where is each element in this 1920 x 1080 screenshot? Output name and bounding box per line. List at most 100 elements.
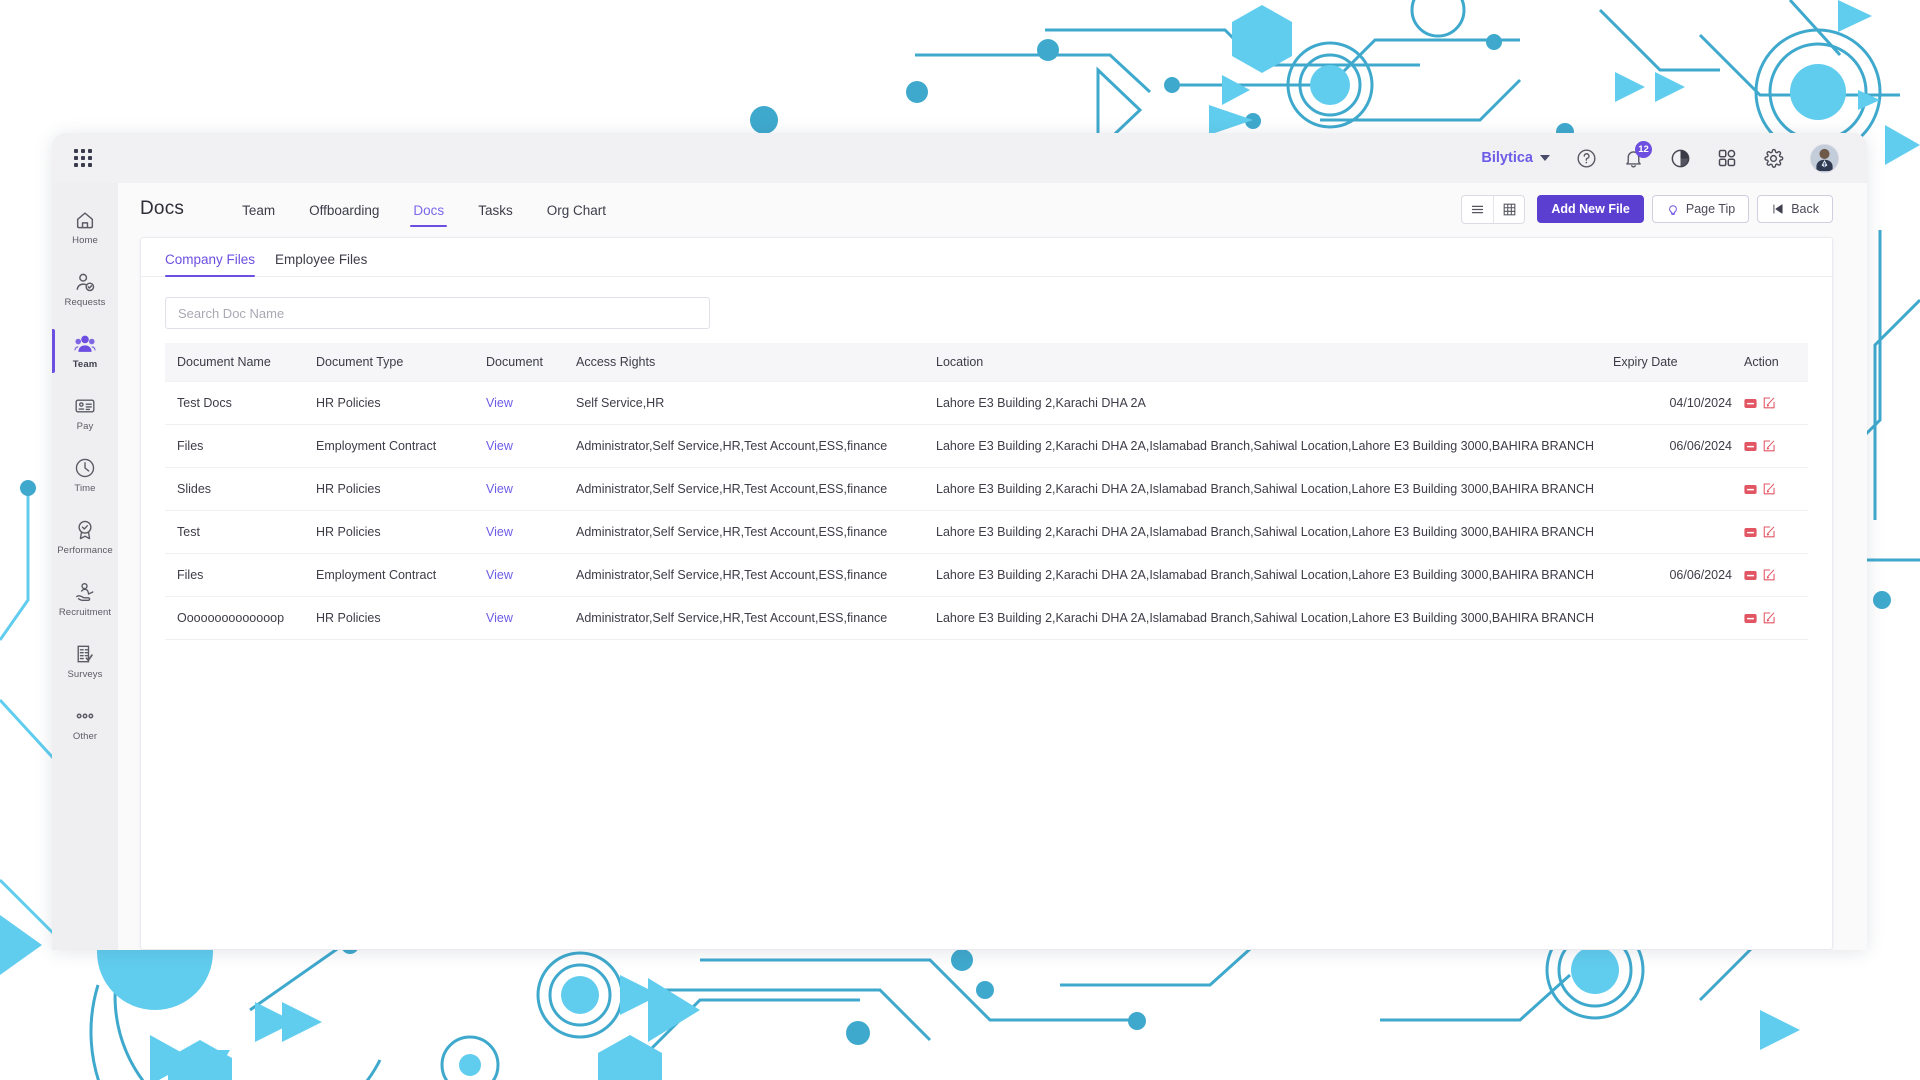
skip-back-icon — [1773, 204, 1783, 214]
tab-team[interactable]: Team — [242, 188, 275, 231]
app-grid-icon[interactable] — [66, 149, 100, 167]
view-link[interactable]: View — [486, 525, 513, 539]
sidebar-item-other[interactable]: Other — [52, 693, 118, 753]
analytics-pie-icon[interactable] — [1670, 148, 1691, 169]
add-new-file-button[interactable]: Add New File — [1537, 195, 1644, 223]
view-link[interactable]: View — [486, 396, 513, 410]
tab-tasks[interactable]: Tasks — [478, 188, 513, 231]
sidebar-item-recruitment[interactable]: Recruitment — [52, 569, 118, 629]
col-action: Action — [1744, 355, 1779, 369]
org-name: Bilytica — [1481, 150, 1533, 166]
table-row[interactable]: Slides HR Policies View Administrator,Se… — [165, 467, 1808, 511]
back-button[interactable]: Back — [1757, 195, 1833, 223]
table-row[interactable]: Oooooooooooooop HR Policies View Adminis… — [165, 596, 1808, 640]
table-row[interactable]: Files Employment Contract View Administr… — [165, 553, 1808, 597]
cell-document-type: Employment Contract — [310, 553, 480, 597]
page-actions: Add New File Page Tip Back — [1461, 194, 1833, 224]
delete-icon[interactable] — [1744, 483, 1757, 496]
sidebar-item-time[interactable]: Time — [52, 445, 118, 505]
delete-icon[interactable] — [1744, 526, 1757, 539]
sidebar: Home Requests Team Pay Time Performance … — [52, 183, 118, 950]
cell-action — [1738, 381, 1808, 425]
tab-offboarding[interactable]: Offboarding — [309, 188, 379, 231]
view-link[interactable]: View — [486, 568, 513, 582]
view-mode-toggle — [1461, 194, 1526, 224]
help-icon[interactable] — [1576, 148, 1597, 169]
delete-icon[interactable] — [1744, 440, 1757, 453]
table-row[interactable]: Test HR Policies View Administrator,Self… — [165, 510, 1808, 554]
card-tabs: Company Files Employee Files — [141, 238, 1832, 277]
tab-org-chart[interactable]: Org Chart — [547, 188, 606, 231]
cell-document: View — [480, 424, 570, 468]
edit-icon[interactable] — [1762, 568, 1776, 582]
app-window: Bilytica 12 Home Requests Team Pay Time … — [52, 133, 1867, 950]
view-link[interactable]: View — [486, 439, 513, 453]
tab-employee-files[interactable]: Employee Files — [275, 252, 367, 276]
table-row[interactable]: Test Docs HR Policies View Self Service,… — [165, 381, 1808, 425]
cell-location: Lahore E3 Building 2,Karachi DHA 2A,Isla… — [930, 553, 1613, 597]
notifications-bell-icon[interactable]: 12 — [1623, 140, 1652, 169]
docs-table: Document Name Document Type Document Acc… — [165, 343, 1808, 640]
cell-document-type: HR Policies — [310, 467, 480, 511]
search-row — [141, 277, 1832, 343]
sidebar-item-requests[interactable]: Requests — [52, 259, 118, 319]
user-avatar[interactable] — [1810, 143, 1839, 173]
notification-count-badge: 12 — [1635, 140, 1652, 158]
search-input[interactable] — [165, 297, 710, 329]
cell-document: View — [480, 467, 570, 511]
apps-grid-icon[interactable] — [1717, 148, 1737, 168]
table-body: Test Docs HR Policies View Self Service,… — [165, 381, 1808, 640]
cell-document-name: Slides — [165, 467, 310, 511]
settings-gear-icon[interactable] — [1763, 148, 1784, 169]
delete-icon[interactable] — [1744, 569, 1757, 582]
cell-action — [1738, 424, 1808, 468]
view-link[interactable]: View — [486, 611, 513, 625]
sidebar-item-pay[interactable]: Pay — [52, 383, 118, 443]
sidebar-item-team[interactable]: Team — [52, 321, 118, 381]
team-icon — [74, 335, 96, 352]
table-head: Document Name Document Type Document Acc… — [165, 343, 1808, 382]
col-location: Location — [936, 355, 984, 369]
sidebar-item-performance[interactable]: Performance — [52, 507, 118, 567]
surveys-icon — [77, 645, 93, 662]
tab-company-files[interactable]: Company Files — [165, 252, 256, 277]
sidebar-item-label: Performance — [57, 544, 113, 556]
table-row[interactable]: Files Employment Contract View Administr… — [165, 424, 1808, 468]
cell-expiry-date: 06/06/2024 — [1613, 553, 1738, 597]
top-bar: Bilytica 12 — [52, 133, 1867, 183]
sidebar-item-label: Time — [74, 482, 96, 494]
cell-action — [1738, 467, 1808, 511]
cell-action — [1738, 553, 1808, 597]
grid-view-icon[interactable] — [1493, 195, 1524, 223]
recruitment-icon — [75, 582, 94, 601]
cell-document: View — [480, 553, 570, 597]
edit-icon[interactable] — [1762, 439, 1776, 453]
org-switcher[interactable]: Bilytica — [1481, 150, 1550, 166]
edit-icon[interactable] — [1762, 611, 1776, 625]
edit-icon[interactable] — [1762, 525, 1776, 539]
view-link[interactable]: View — [486, 482, 513, 496]
sidebar-item-surveys[interactable]: Surveys — [52, 631, 118, 691]
add-new-file-label: Add New File — [1551, 202, 1630, 216]
more-dots-icon — [76, 713, 94, 718]
tab-docs[interactable]: Docs — [410, 188, 447, 231]
page-title: Docs — [140, 198, 185, 219]
sidebar-item-home[interactable]: Home — [52, 197, 118, 257]
list-view-icon[interactable] — [1462, 196, 1493, 223]
edit-icon[interactable] — [1762, 396, 1776, 410]
delete-icon[interactable] — [1744, 397, 1757, 410]
page-nav-tabs: Team Offboarding Docs Tasks Org Chart — [242, 188, 606, 231]
cell-access-rights: Administrator,Self Service,HR,Test Accou… — [570, 510, 930, 554]
sidebar-item-label: Other — [72, 730, 98, 742]
delete-icon[interactable] — [1744, 612, 1757, 625]
cell-expiry-date: 06/06/2024 — [1613, 424, 1738, 468]
sidebar-item-label: Recruitment — [58, 606, 112, 618]
edit-icon[interactable] — [1762, 482, 1776, 496]
cell-location: Lahore E3 Building 2,Karachi DHA 2A — [930, 381, 1613, 425]
page-header: Docs Team Offboarding Docs Tasks Org Cha… — [118, 183, 1867, 235]
time-clock-icon — [75, 458, 95, 477]
top-bar-actions: Bilytica 12 — [1481, 140, 1839, 173]
pay-card-icon — [75, 398, 95, 413]
page-tip-button[interactable]: Page Tip — [1651, 195, 1750, 223]
page-tip-label: Page Tip — [1685, 202, 1736, 216]
